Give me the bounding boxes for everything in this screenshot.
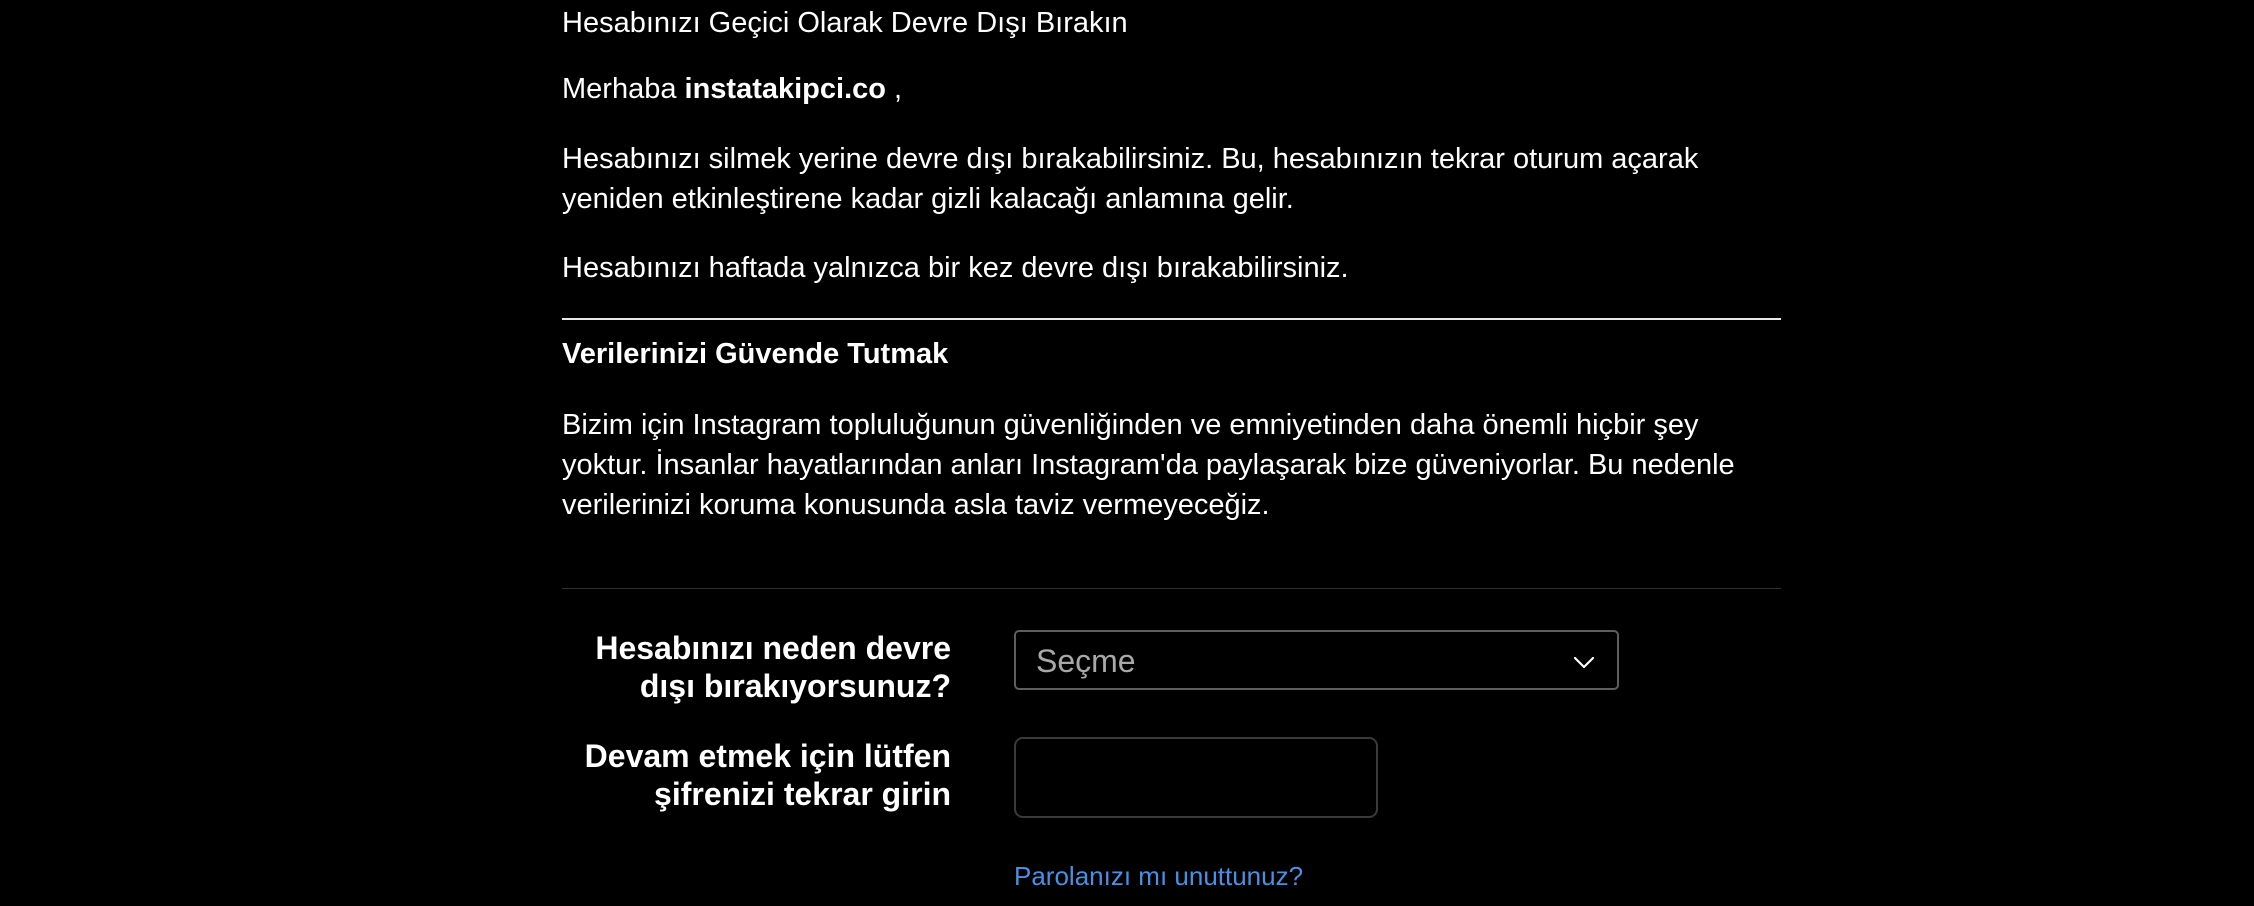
username: instatakipci.co [684,73,886,105]
greeting-prefix: Merhaba [562,73,685,105]
intro-paragraph: Hesabınızı silmek yerine devre dışı bıra… [562,143,1699,215]
frequency-note: Hesabınızı haftada yalnızca bir kez devr… [562,252,1349,284]
greeting-suffix: , [885,73,903,105]
section-divider [562,318,1781,320]
password-label: Devam etmek için lütfen şifrenizi tekrar… [584,738,951,812]
forgot-password-link[interactable]: Parolanızı mı unuttunuz? [1014,860,1303,892]
page-title: Hesabınızı Geçici Olarak Devre Dışı Bıra… [562,7,1128,39]
reason-label: Hesabınızı neden devre dışı bırakıyorsun… [595,630,951,704]
security-section-title: Verilerinizi Güvende Tutmak [562,338,949,370]
greeting: Merhaba instatakipci.co , [562,71,902,107]
form-divider [562,588,1781,589]
reason-select[interactable]: Seçme [1014,630,1619,690]
security-section-body: Bizim için Instagram topluluğunun güvenl… [562,409,1735,521]
reason-select-value: Seçme [1036,643,1136,679]
chevron-down-icon [1573,656,1595,669]
password-input[interactable] [1014,737,1378,818]
